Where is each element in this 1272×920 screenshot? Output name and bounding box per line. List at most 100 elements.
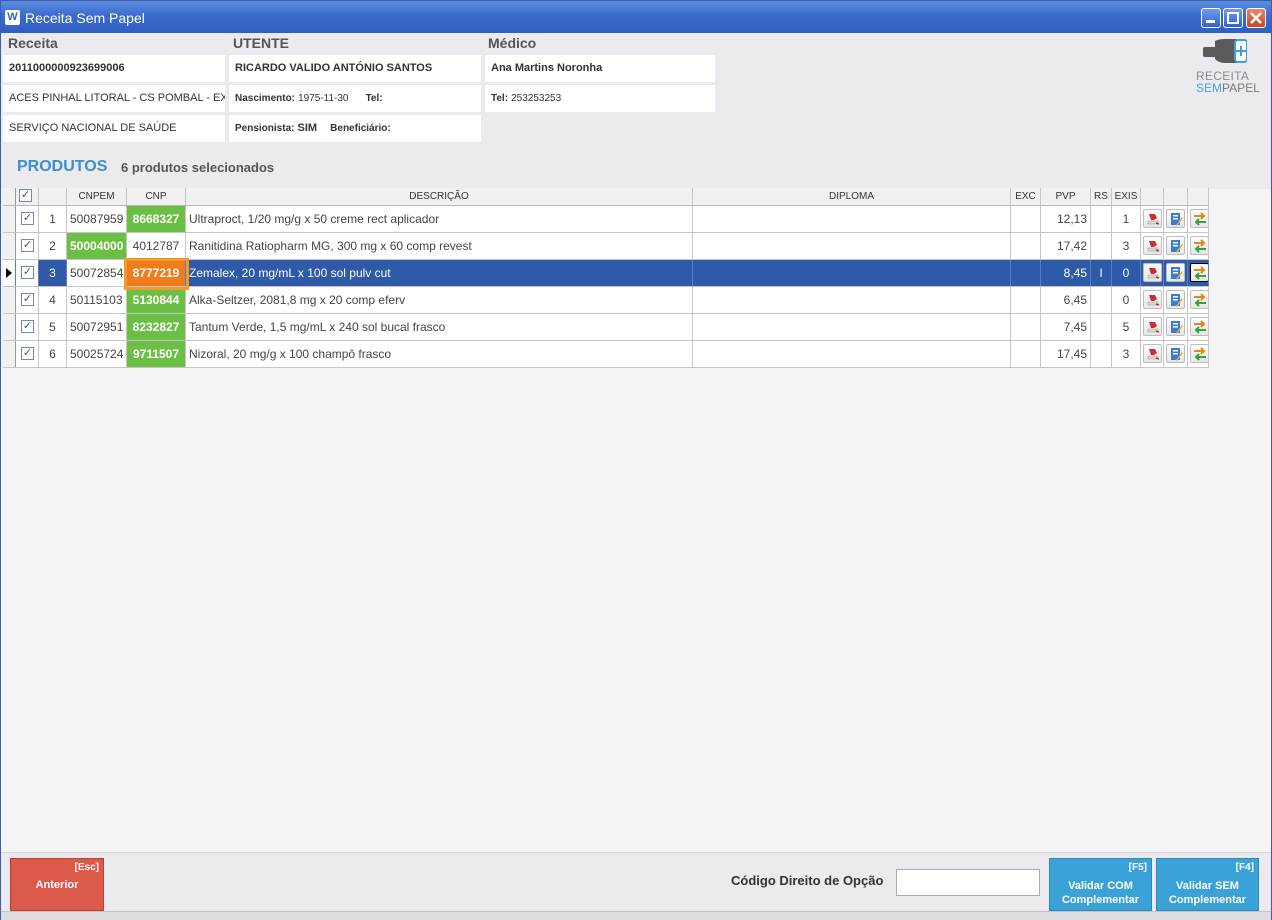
minimize-button[interactable] xyxy=(1201,8,1221,28)
row-diploma[interactable] xyxy=(693,341,1011,367)
row-exc[interactable] xyxy=(1011,341,1041,367)
medico-name: Ana Martins Noronha xyxy=(485,55,715,82)
row-cnp[interactable]: 8777219 xyxy=(127,260,186,286)
row-cnp[interactable]: 9711507 xyxy=(127,341,186,367)
row-indicator[interactable] xyxy=(3,341,16,367)
app-window: W Receita Sem Papel Receita UTENTE Médic… xyxy=(0,0,1272,920)
row-action2-cell xyxy=(1164,233,1188,259)
row-cnpem[interactable]: 50072854 xyxy=(67,260,127,286)
row-checkbox-cell[interactable]: ✓ xyxy=(16,314,39,340)
row-checkbox[interactable]: ✓ xyxy=(21,212,34,225)
row-exc[interactable] xyxy=(1011,260,1041,286)
row-indicator[interactable] xyxy=(3,287,16,313)
row-cnpem[interactable]: 50115103 xyxy=(67,287,127,313)
row-descricao[interactable]: Nizoral, 20 mg/g x 100 champô frasco xyxy=(186,341,693,367)
table-row[interactable]: ✓ 6 50025724 9711507 Nizoral, 20 mg/g x 100 … xyxy=(3,341,1209,368)
table-row[interactable]: ✓ 1 50087959 8668327 Ultraproct, 1/20 mg/g x… xyxy=(3,206,1209,233)
row-checkbox-cell[interactable]: ✓ xyxy=(16,260,39,286)
row-cnp[interactable]: 8668327 xyxy=(127,206,186,232)
header-exc[interactable]: EXC xyxy=(1011,188,1041,205)
row-descricao[interactable]: Ranitidina Ratiopharm MG, 300 mg x 60 co… xyxy=(186,233,693,259)
row-exc[interactable] xyxy=(1011,233,1041,259)
utente-tel-label: Tel: xyxy=(365,93,383,104)
row-indicator[interactable] xyxy=(3,206,16,232)
header-exis[interactable]: EXIS xyxy=(1112,188,1141,205)
stamp-button[interactable] xyxy=(1143,236,1162,255)
row-checkbox-cell[interactable]: ✓ xyxy=(16,287,39,313)
row-exis: 3 xyxy=(1112,233,1141,259)
row-checkbox[interactable]: ✓ xyxy=(21,320,34,333)
row-checkbox[interactable]: ✓ xyxy=(21,239,34,252)
anterior-label: Anterior xyxy=(35,879,79,891)
nascimento-value: 1975-11-30 xyxy=(298,93,349,104)
row-cnp[interactable]: 8232827 xyxy=(127,314,186,340)
row-descricao[interactable]: Ultraproct, 1/20 mg/g x 50 creme rect ap… xyxy=(186,206,693,232)
table-row[interactable]: ✓ 5 50072951 8232827 Tantum Verde, 1,5 mg/mL… xyxy=(3,314,1209,341)
swap-product-button[interactable] xyxy=(1190,290,1208,309)
edit-document-button[interactable] xyxy=(1166,263,1185,282)
maximize-button[interactable] xyxy=(1223,8,1243,28)
row-checkbox[interactable]: ✓ xyxy=(21,347,34,360)
close-button[interactable] xyxy=(1246,8,1266,28)
row-diploma[interactable] xyxy=(693,287,1011,313)
row-exc[interactable] xyxy=(1011,287,1041,313)
row-descricao[interactable]: Alka-Seltzer, 2081,8 mg x 20 comp eferv xyxy=(186,287,693,313)
header-pvp[interactable]: PVP xyxy=(1041,188,1091,205)
edit-document-button[interactable] xyxy=(1166,344,1185,363)
header-select-all[interactable]: ✓ xyxy=(16,188,39,205)
swap-product-button[interactable] xyxy=(1190,236,1208,255)
swap-product-button[interactable] xyxy=(1190,209,1208,228)
row-checkbox[interactable]: ✓ xyxy=(21,266,34,279)
row-cnpem[interactable]: 50072951 xyxy=(67,314,127,340)
cdo-input[interactable] xyxy=(896,869,1040,896)
header-cnpem[interactable]: CNPEM xyxy=(67,188,127,205)
row-exis: 5 xyxy=(1112,314,1141,340)
header-diploma[interactable]: DIPLOMA xyxy=(693,188,1011,205)
edit-document-button[interactable] xyxy=(1166,209,1185,228)
stamp-button[interactable] xyxy=(1143,290,1162,309)
swap-product-button[interactable] xyxy=(1190,263,1208,282)
row-number: 3 xyxy=(39,260,67,286)
stamp-button[interactable] xyxy=(1143,317,1162,336)
row-checkbox[interactable]: ✓ xyxy=(21,293,34,306)
anterior-button[interactable]: [Esc] Anterior xyxy=(10,858,104,911)
edit-document-button[interactable] xyxy=(1166,317,1185,336)
validar-com-shortcut: [F5] xyxy=(1128,862,1147,873)
row-exc[interactable] xyxy=(1011,314,1041,340)
validar-sem-button[interactable]: [F4] Validar SEM Complementar xyxy=(1156,858,1259,911)
edit-document-button[interactable] xyxy=(1166,236,1185,255)
header-cnp[interactable]: CNP xyxy=(127,188,186,205)
row-cnpem[interactable]: 50025724 xyxy=(67,341,127,367)
row-descricao[interactable]: Tantum Verde, 1,5 mg/mL x 240 sol bucal … xyxy=(186,314,693,340)
row-exc[interactable] xyxy=(1011,206,1041,232)
row-diploma[interactable] xyxy=(693,233,1011,259)
row-indicator[interactable] xyxy=(3,314,16,340)
swap-product-button[interactable] xyxy=(1190,344,1208,363)
row-checkbox-cell[interactable]: ✓ xyxy=(16,206,39,232)
row-checkbox-cell[interactable]: ✓ xyxy=(16,341,39,367)
row-indicator[interactable] xyxy=(3,233,16,259)
header-descricao[interactable]: DESCRIÇÃO xyxy=(186,188,693,205)
row-cnp[interactable]: 4012787 xyxy=(127,233,186,259)
row-diploma[interactable] xyxy=(693,260,1011,286)
stamp-button[interactable] xyxy=(1143,209,1162,228)
title-bar[interactable]: W Receita Sem Papel xyxy=(1,1,1271,33)
table-row[interactable]: ✓ 3 50072854 8777219 Zemalex, 20 mg/mL x 100… xyxy=(3,258,1209,290)
row-indicator[interactable] xyxy=(3,260,16,286)
stamp-button[interactable] xyxy=(1143,344,1162,363)
table-row[interactable]: ✓ 2 50004000 4012787 Ranitidina Ratiopharm M… xyxy=(3,233,1209,260)
row-diploma[interactable] xyxy=(693,206,1011,232)
row-cnp[interactable]: 5130844 xyxy=(127,287,186,313)
row-descricao[interactable]: Zemalex, 20 mg/mL x 100 sol pulv cut xyxy=(186,260,693,286)
select-all-checkbox[interactable]: ✓ xyxy=(19,189,32,202)
stamp-button[interactable] xyxy=(1143,263,1162,282)
row-cnpem[interactable]: 50004000 xyxy=(67,233,127,259)
edit-document-button[interactable] xyxy=(1166,290,1185,309)
row-diploma[interactable] xyxy=(693,314,1011,340)
swap-product-button[interactable] xyxy=(1190,317,1208,336)
validar-com-button[interactable]: [F5] Validar COM Complementar xyxy=(1049,858,1152,911)
row-checkbox-cell[interactable]: ✓ xyxy=(16,233,39,259)
header-rs[interactable]: RS xyxy=(1091,188,1112,205)
row-cnpem[interactable]: 50087959 xyxy=(67,206,127,232)
table-row[interactable]: ✓ 4 50115103 5130844 Alka-Seltzer, 2081,8 mg… xyxy=(3,287,1209,314)
